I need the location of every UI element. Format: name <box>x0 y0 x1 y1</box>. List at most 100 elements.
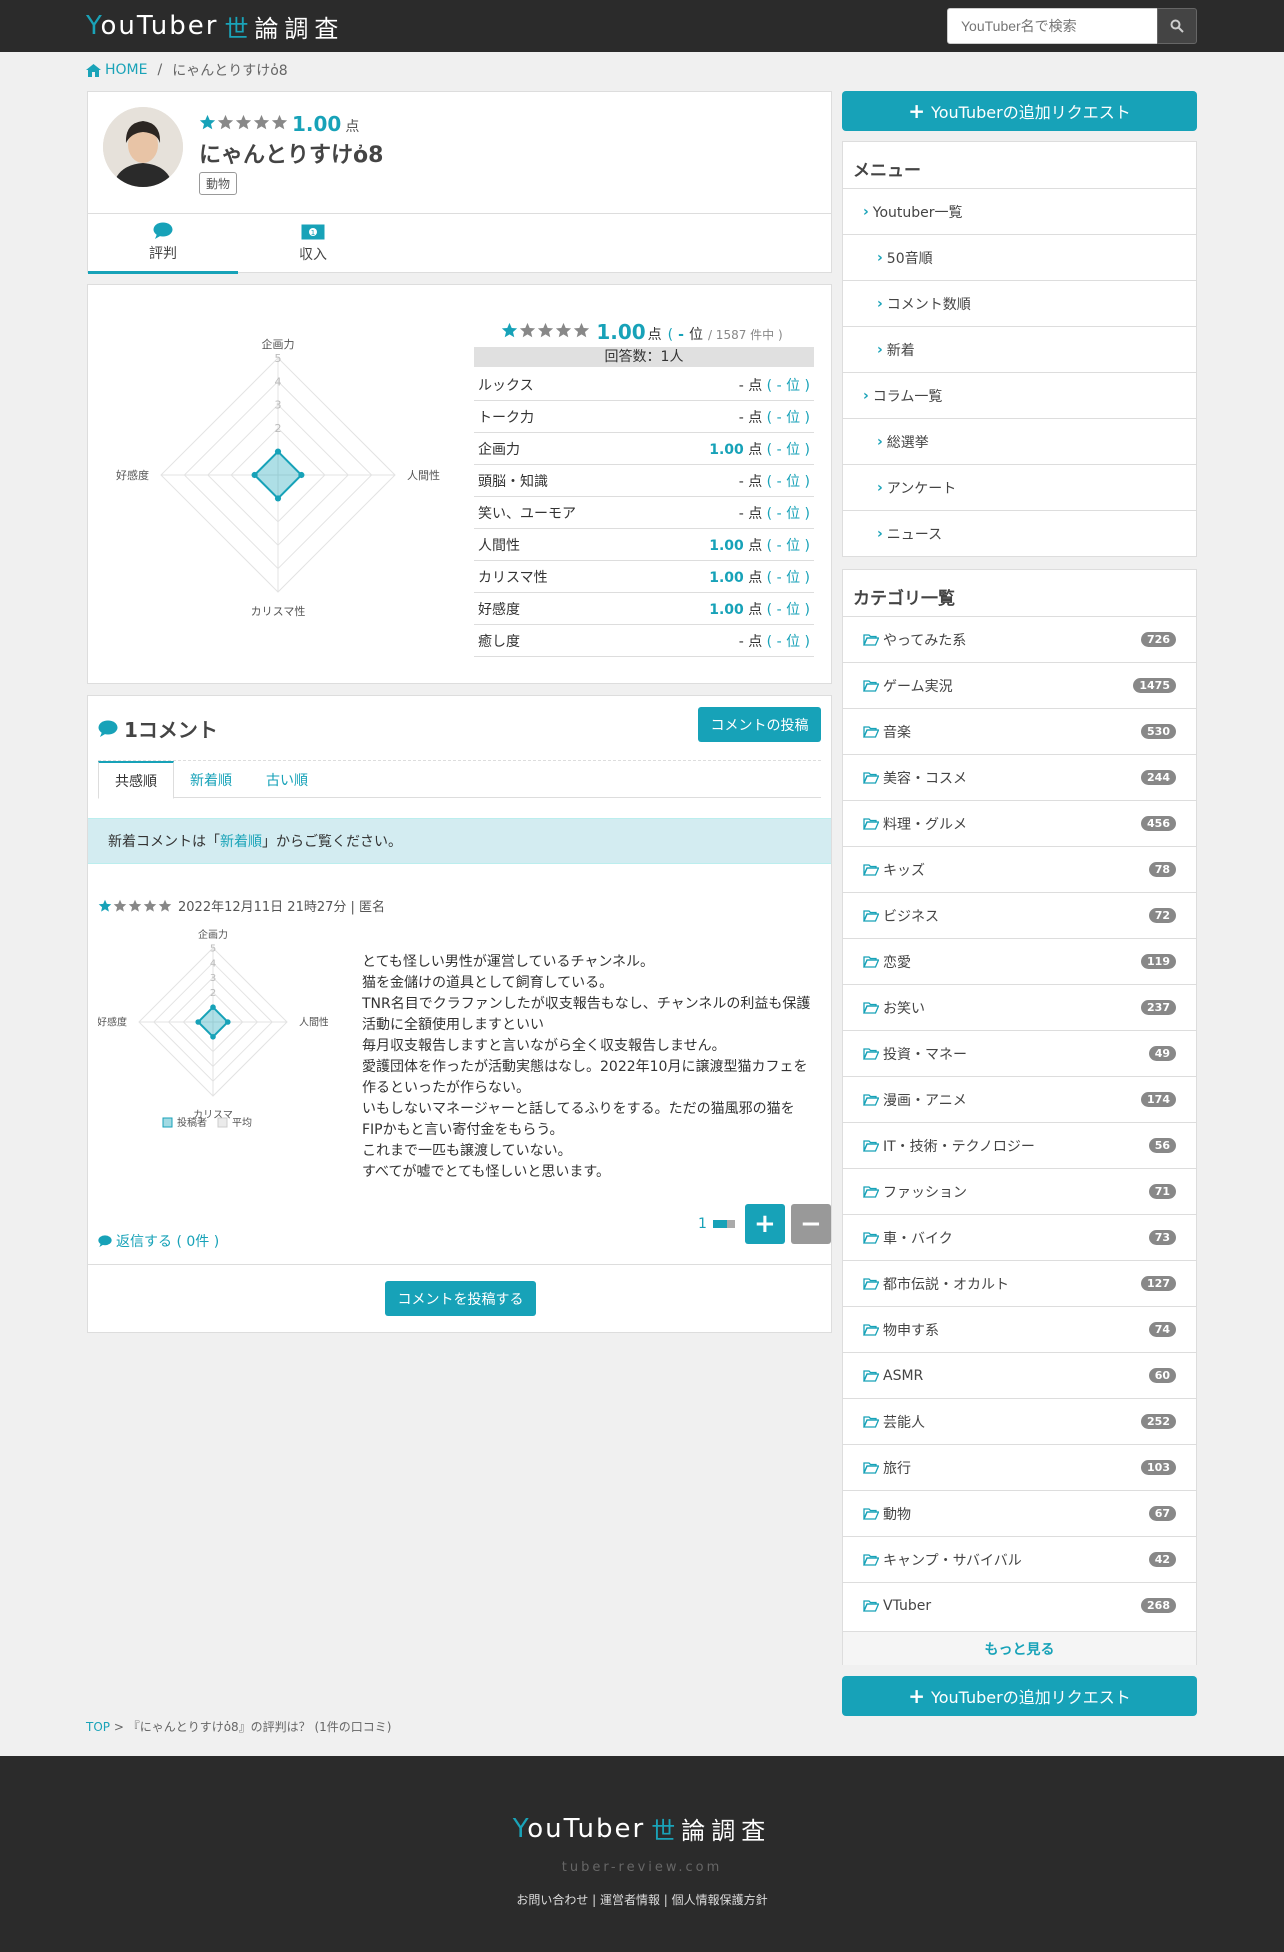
money-icon: 1 <box>301 224 325 240</box>
category-item[interactable]: お笑い 237 <box>843 984 1196 1030</box>
post-comment-bottom-button[interactable]: コメントを投稿する <box>385 1281 536 1316</box>
category-item[interactable]: 車・バイク 73 <box>843 1214 1196 1260</box>
tab-sort-empathy[interactable]: 共感順 <box>98 761 174 799</box>
category-item[interactable]: 都市伝説・オカルト 127 <box>843 1260 1196 1306</box>
folder-open-icon <box>863 1140 879 1152</box>
category-count-badge: 119 <box>1141 954 1176 969</box>
category-item[interactable]: 音楽 530 <box>843 708 1196 754</box>
category-label: やってみた系 <box>883 632 967 649</box>
sidebar-menu-label: コラム一覧 <box>872 388 943 405</box>
category-item[interactable]: 恋愛 119 <box>843 938 1196 984</box>
folder-open-icon <box>863 864 879 876</box>
sidebar-menu-item[interactable]: › コラム一覧 <box>843 372 1196 418</box>
category-item[interactable]: VTuber 268 <box>843 1582 1196 1628</box>
radar-axis-label: 人間性 <box>407 468 440 482</box>
folder-open-icon <box>863 956 879 968</box>
rating-value: 1.00 <box>709 601 744 618</box>
category-item[interactable]: やってみた系 726 <box>843 616 1196 662</box>
sidebar-menu-item[interactable]: › 50音順 <box>843 234 1196 280</box>
category-tag[interactable]: 動物 <box>199 172 238 195</box>
category-item[interactable]: 芸能人 252 <box>843 1398 1196 1444</box>
comments-count-label: 1コメント <box>124 718 218 742</box>
reply-link[interactable]: 返信する ( 0件 ) <box>98 1231 219 1251</box>
vote-controls: 1 + − <box>698 1204 831 1244</box>
breadcrumb-home[interactable]: HOME <box>86 62 147 78</box>
footer-logo[interactable]: YouTuber 世論調査 <box>0 1811 1284 1846</box>
category-count-badge: 244 <box>1141 770 1176 785</box>
star-icon <box>253 114 270 130</box>
overall-rank-total: / 1587 件中 ) <box>707 328 783 342</box>
site-logo[interactable]: YouTuber 世論調査 <box>86 8 344 44</box>
category-label-group: 美容・コスメ <box>863 768 967 788</box>
category-label-group: ファッション <box>863 1182 967 1202</box>
rating-unit: 点 <box>748 537 763 554</box>
rating-value-group: 1.00 点 ( - 位 ) <box>709 599 810 619</box>
category-item[interactable]: 料理・グルメ 456 <box>843 800 1196 846</box>
sidebar-menu-item[interactable]: › Youtuber一覧 <box>843 188 1196 234</box>
folder-open-icon <box>863 1278 879 1290</box>
category-label-group: VTuber <box>863 1598 931 1614</box>
notice-newest-link[interactable]: 新着順 <box>220 831 262 851</box>
rating-value: 1.00 <box>709 537 744 554</box>
rating-unit: 点 <box>748 377 763 394</box>
category-item[interactable]: 動物 67 <box>843 1490 1196 1536</box>
radar-tick-label: 5 <box>210 944 216 955</box>
sidebar-menu-item[interactable]: › 総選挙 <box>843 418 1196 464</box>
search-button[interactable] <box>1157 8 1197 44</box>
rating-unit: 点 <box>748 601 763 618</box>
tab-sort-oldest[interactable]: 古い順 <box>250 761 324 799</box>
notice-text-post: 」からご覧ください。 <box>262 834 402 850</box>
category-label: 芸能人 <box>883 1414 925 1431</box>
category-item[interactable]: 美容・コスメ 244 <box>843 754 1196 800</box>
category-item[interactable]: ASMR 60 <box>843 1352 1196 1398</box>
chevron-right-icon: › <box>863 387 869 404</box>
search-input[interactable] <box>947 8 1158 44</box>
category-count-badge: 42 <box>1148 1552 1176 1567</box>
sidebar-menu-item[interactable]: › 新着 <box>843 326 1196 372</box>
category-item[interactable]: 漫画・アニメ 174 <box>843 1076 1196 1122</box>
category-item[interactable]: ファッション 71 <box>843 1168 1196 1214</box>
more-link[interactable]: もっと見る <box>843 1631 1196 1665</box>
top-navbar: YouTuber 世論調査 <box>0 0 1284 52</box>
tab-sort-newest[interactable]: 新着順 <box>174 761 248 799</box>
category-item[interactable]: 投資・マネー 49 <box>843 1030 1196 1076</box>
rating-row: 癒し度 - 点 ( - 位 ) <box>474 625 814 657</box>
comment-line: いもしないマネージャーと話してるふりをする。ただの猫風邪の猫をFIPかもと言い寄… <box>362 1101 795 1138</box>
category-label-group: キッズ <box>863 860 925 880</box>
comment-date-author: 2022年12月11日 21時27分 | 匿名 <box>178 900 386 915</box>
folder-open-icon <box>863 1370 879 1382</box>
category-count-badge: 237 <box>1141 1000 1176 1015</box>
rating-rank: ( - 位 ) <box>766 633 810 650</box>
category-item[interactable]: 旅行 103 <box>843 1444 1196 1490</box>
avatar <box>103 107 183 187</box>
post-comment-button[interactable]: コメントの投稿 <box>698 707 821 742</box>
sidebar-menu-label: 50音順 <box>886 250 933 267</box>
bottom-breadcrumb-top[interactable]: TOP <box>86 1720 110 1734</box>
folder-open-icon <box>863 1462 879 1474</box>
comment-icon <box>98 1235 112 1247</box>
add-request-button[interactable]: + YouTuberの追加リクエスト <box>842 91 1197 131</box>
category-label-group: やってみた系 <box>863 630 966 650</box>
comment-line: 猫を金儲けの道具として飼育している。 <box>362 975 614 991</box>
rating-rank: ( - 位 ) <box>766 377 810 394</box>
category-item[interactable]: ビジネス 72 <box>843 892 1196 938</box>
tab-reputation[interactable]: 評判 <box>88 214 238 274</box>
sidebar-menu-item[interactable]: › アンケート <box>843 464 1196 510</box>
radar-point <box>210 1034 216 1040</box>
category-count-badge: 103 <box>1141 1460 1176 1475</box>
tab-income[interactable]: 1 収入 <box>238 214 388 274</box>
category-item[interactable]: 物申す系 74 <box>843 1306 1196 1352</box>
add-request-button-bottom[interactable]: + YouTuberの追加リクエスト <box>842 1676 1197 1716</box>
category-count-badge: 74 <box>1148 1322 1176 1337</box>
radar-axis-label: 好感度 <box>98 1016 127 1029</box>
downvote-button[interactable]: − <box>790 1204 831 1244</box>
category-item[interactable]: キャンプ・サバイバル 42 <box>843 1536 1196 1582</box>
star-icon <box>520 322 536 338</box>
category-item[interactable]: キッズ 78 <box>843 846 1196 892</box>
category-item[interactable]: IT・技術・テクノロジー 56 <box>843 1122 1196 1168</box>
upvote-button[interactable]: + <box>744 1204 785 1244</box>
footer-links[interactable]: お問い合わせ | 運営者情報 | 個人情報保護方針 <box>0 1891 1284 1908</box>
sidebar-menu-item[interactable]: › ニュース <box>843 510 1196 556</box>
category-item[interactable]: ゲーム実況 1475 <box>843 662 1196 708</box>
sidebar-menu-item[interactable]: › コメント数順 <box>843 280 1196 326</box>
